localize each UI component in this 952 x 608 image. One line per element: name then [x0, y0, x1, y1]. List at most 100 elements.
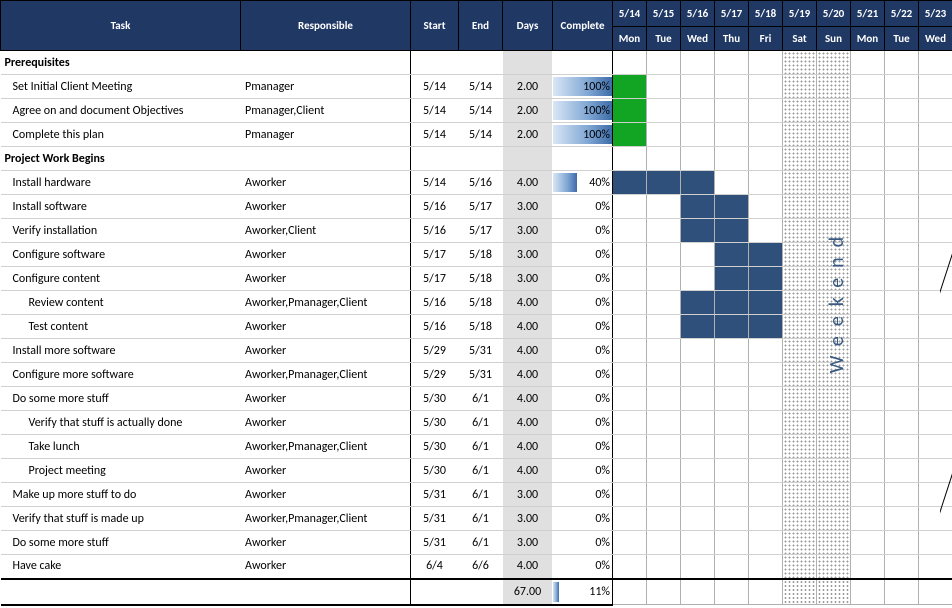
- gantt-cell[interactable]: [817, 483, 851, 507]
- gantt-cell[interactable]: [783, 51, 817, 75]
- gantt-cell[interactable]: [749, 75, 783, 99]
- gantt-cell[interactable]: [647, 315, 681, 339]
- task-responsible[interactable]: Aworker: [241, 411, 411, 435]
- gantt-cell[interactable]: [647, 219, 681, 243]
- col-complete[interactable]: Complete: [553, 1, 613, 51]
- gantt-cell[interactable]: [647, 459, 681, 483]
- gantt-cell[interactable]: [885, 123, 919, 147]
- gantt-cell[interactable]: [613, 171, 647, 195]
- gantt-cell[interactable]: [715, 243, 749, 267]
- gantt-cell[interactable]: [783, 411, 817, 435]
- gantt-cell[interactable]: [749, 531, 783, 555]
- gantt-cell[interactable]: [851, 123, 885, 147]
- gantt-cell[interactable]: [681, 147, 715, 171]
- task-complete[interactable]: 0%: [553, 339, 613, 363]
- gantt-cell[interactable]: [681, 195, 715, 219]
- task-responsible[interactable]: Aworker: [241, 315, 411, 339]
- gantt-cell[interactable]: [919, 147, 952, 171]
- task-days[interactable]: 3.00: [503, 531, 553, 555]
- task-start[interactable]: 5/29: [411, 339, 459, 363]
- task-complete[interactable]: 0%: [553, 555, 613, 579]
- gantt-cell[interactable]: [681, 363, 715, 387]
- gantt-cell[interactable]: [715, 123, 749, 147]
- col-date[interactable]: 5/14: [613, 1, 647, 27]
- gantt-cell[interactable]: [613, 267, 647, 291]
- gantt-cell[interactable]: [715, 171, 749, 195]
- gantt-cell[interactable]: [885, 435, 919, 459]
- task-days[interactable]: 3.00: [503, 195, 553, 219]
- gantt-cell[interactable]: [647, 531, 681, 555]
- task-end[interactable]: 5/14: [459, 75, 503, 99]
- task-start[interactable]: 5/17: [411, 243, 459, 267]
- gantt-cell[interactable]: [613, 243, 647, 267]
- task-complete[interactable]: 0%: [553, 195, 613, 219]
- task-end[interactable]: 5/17: [459, 219, 503, 243]
- gantt-cell[interactable]: [919, 171, 952, 195]
- gantt-cell[interactable]: [715, 387, 749, 411]
- gantt-cell[interactable]: [647, 411, 681, 435]
- col-dow[interactable]: Tue: [647, 27, 681, 51]
- task-start[interactable]: 5/16: [411, 219, 459, 243]
- gantt-cell[interactable]: [783, 291, 817, 315]
- gantt-cell[interactable]: [749, 363, 783, 387]
- gantt-cell[interactable]: [851, 387, 885, 411]
- gantt-cell[interactable]: [681, 51, 715, 75]
- gantt-cell[interactable]: [715, 51, 749, 75]
- col-date[interactable]: 5/20: [817, 1, 851, 27]
- task-responsible[interactable]: Aworker,Pmanager,Client: [241, 363, 411, 387]
- gantt-cell[interactable]: [613, 387, 647, 411]
- task-name[interactable]: Take lunch: [1, 435, 241, 459]
- task-complete[interactable]: 0%: [553, 363, 613, 387]
- task-start[interactable]: 5/14: [411, 171, 459, 195]
- task-name[interactable]: Configure software: [1, 243, 241, 267]
- col-date[interactable]: 5/16: [681, 1, 715, 27]
- gantt-cell[interactable]: [919, 99, 952, 123]
- gantt-cell[interactable]: [817, 315, 851, 339]
- gantt-cell[interactable]: [783, 315, 817, 339]
- gantt-cell[interactable]: [817, 171, 851, 195]
- gantt-cell[interactable]: [851, 555, 885, 579]
- gantt-cell[interactable]: [613, 315, 647, 339]
- task-end[interactable]: 5/18: [459, 315, 503, 339]
- gantt-cell[interactable]: [613, 411, 647, 435]
- gantt-cell[interactable]: [715, 339, 749, 363]
- gantt-cell[interactable]: [885, 171, 919, 195]
- gantt-cell[interactable]: [817, 291, 851, 315]
- gantt-cell[interactable]: [613, 531, 647, 555]
- gantt-cell[interactable]: [885, 363, 919, 387]
- gantt-cell[interactable]: [851, 75, 885, 99]
- gantt-cell[interactable]: [715, 459, 749, 483]
- gantt-cell[interactable]: [885, 387, 919, 411]
- col-dow[interactable]: Wed: [681, 27, 715, 51]
- gantt-cell[interactable]: [783, 435, 817, 459]
- task-complete[interactable]: 0%: [553, 243, 613, 267]
- gantt-cell[interactable]: [749, 195, 783, 219]
- gantt-cell[interactable]: [681, 435, 715, 459]
- gantt-cell[interactable]: [749, 483, 783, 507]
- gantt-cell[interactable]: [919, 267, 952, 291]
- gantt-cell[interactable]: [647, 555, 681, 579]
- task-start[interactable]: 5/30: [411, 459, 459, 483]
- task-start[interactable]: 5/31: [411, 531, 459, 555]
- gantt-cell[interactable]: [715, 483, 749, 507]
- gantt-cell[interactable]: [681, 339, 715, 363]
- task-complete[interactable]: 0%: [553, 219, 613, 243]
- task-days[interactable]: 3.00: [503, 267, 553, 291]
- gantt-cell[interactable]: [851, 507, 885, 531]
- gantt-cell[interactable]: [851, 435, 885, 459]
- gantt-cell[interactable]: [749, 171, 783, 195]
- task-start[interactable]: 5/30: [411, 411, 459, 435]
- gantt-cell[interactable]: [749, 243, 783, 267]
- gantt-cell[interactable]: [681, 483, 715, 507]
- task-complete[interactable]: 0%: [553, 459, 613, 483]
- gantt-cell[interactable]: [715, 507, 749, 531]
- task-end[interactable]: 6/1: [459, 435, 503, 459]
- gantt-cell[interactable]: [715, 147, 749, 171]
- gantt-cell[interactable]: [783, 171, 817, 195]
- task-complete[interactable]: 0%: [553, 291, 613, 315]
- gantt-cell[interactable]: [749, 291, 783, 315]
- gantt-cell[interactable]: [817, 219, 851, 243]
- gantt-cell[interactable]: [647, 171, 681, 195]
- gantt-cell[interactable]: [919, 315, 952, 339]
- gantt-cell[interactable]: [851, 243, 885, 267]
